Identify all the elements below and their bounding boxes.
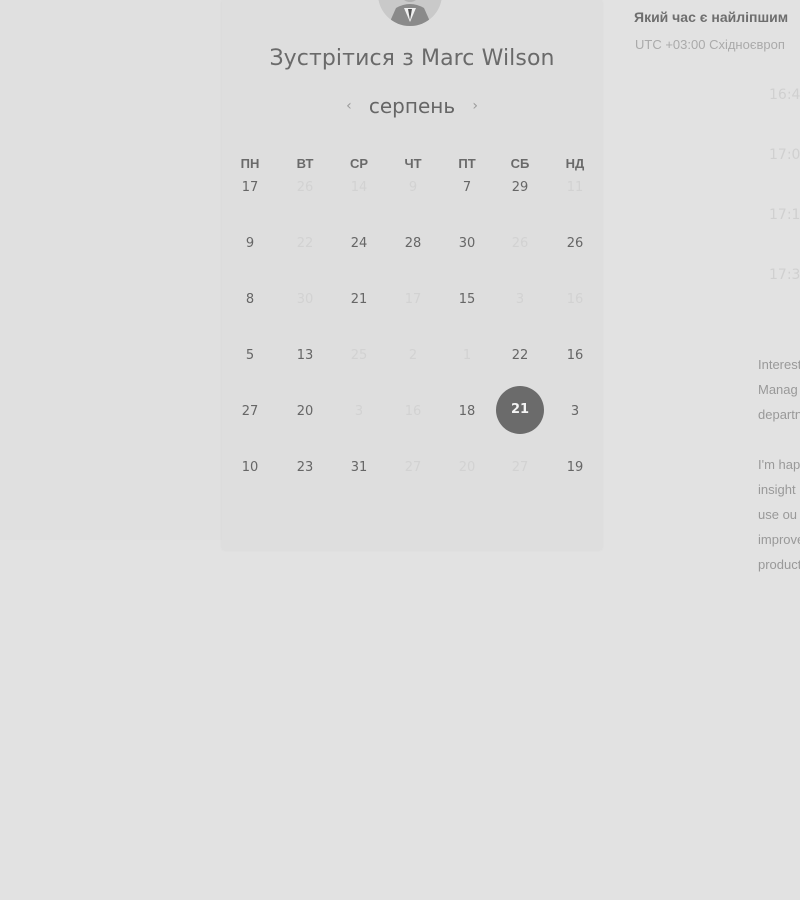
day-available[interactable]: 3 xyxy=(555,402,595,422)
day-available[interactable]: 15 xyxy=(447,290,487,310)
day-available[interactable]: 16 xyxy=(555,346,595,366)
day-available[interactable]: 13 xyxy=(285,346,325,366)
host-name: Marc Wilson xyxy=(420,46,555,71)
day-available[interactable]: 9 xyxy=(230,234,270,254)
day-available[interactable]: 19 xyxy=(555,458,595,478)
weekday-label: НД xyxy=(565,156,585,171)
chevron-left-icon[interactable]: ‹ xyxy=(339,98,359,114)
description-line: Manag xyxy=(758,382,798,397)
day-available[interactable]: 23 xyxy=(285,458,325,478)
day-available[interactable]: 21 xyxy=(339,290,379,310)
time-slot-button[interactable]: 17:1 xyxy=(769,207,800,223)
day-available[interactable]: 30 xyxy=(447,234,487,254)
day-available[interactable]: 8 xyxy=(230,290,270,310)
day-unavailable: 20 xyxy=(458,460,476,475)
chevron-right-icon[interactable]: › xyxy=(465,98,485,114)
description-line: departn xyxy=(758,407,800,422)
day-available[interactable]: 27 xyxy=(230,402,270,422)
day-unavailable: 2 xyxy=(408,348,418,363)
day-unavailable: 16 xyxy=(566,292,584,307)
time-slot-button[interactable]: 17:0 xyxy=(769,147,800,163)
day-unavailable: 1 xyxy=(462,348,472,363)
day-unavailable: 16 xyxy=(404,404,422,419)
description-line: I'm hap xyxy=(758,457,800,472)
day-unavailable: 14 xyxy=(350,180,368,195)
description-line: product xyxy=(758,557,800,572)
day-available[interactable]: 29 xyxy=(500,178,540,198)
booking-page: Зустрітися з Marc Wilson ‹ серпень › ПН В… xyxy=(0,0,800,900)
weekday-label: ВТ xyxy=(296,156,314,171)
time-slot-button[interactable]: 17:3 xyxy=(769,267,800,283)
time-slot-button[interactable]: 16:4 xyxy=(769,87,800,103)
description-line: improve xyxy=(758,532,800,547)
day-unavailable: 3 xyxy=(515,292,525,307)
selected-day[interactable]: 21 xyxy=(496,386,544,434)
day-available[interactable]: 31 xyxy=(339,458,379,478)
day-unavailable: 17 xyxy=(404,292,422,307)
day-available[interactable]: 22 xyxy=(500,346,540,366)
day-unavailable: 3 xyxy=(354,404,364,419)
day-unavailable: 27 xyxy=(404,460,422,475)
month-navigation: ‹ серпень › xyxy=(222,94,602,118)
day-available[interactable]: 5 xyxy=(230,346,270,366)
weekday-label: ПН xyxy=(240,156,260,171)
day-available[interactable]: 7 xyxy=(447,178,487,198)
timezone-selector[interactable]: UTC +03:00 Східноєвроп xyxy=(635,37,785,52)
day-unavailable: 25 xyxy=(350,348,368,363)
day-available[interactable]: 24 xyxy=(339,234,379,254)
day-unavailable: 30 xyxy=(296,292,314,307)
day-unavailable: 22 xyxy=(296,236,314,251)
day-unavailable: 26 xyxy=(296,180,314,195)
day-unavailable: 27 xyxy=(511,460,529,475)
month-label: серпень xyxy=(368,94,456,118)
day-available[interactable]: 17 xyxy=(230,178,270,198)
day-available[interactable]: 10 xyxy=(230,458,270,478)
day-unavailable: 26 xyxy=(511,236,529,251)
weekday-label: СР xyxy=(349,156,369,171)
weekday-label: ПТ xyxy=(458,156,476,171)
description-line: use ou xyxy=(758,507,798,522)
title-prefix: Зустрітися з xyxy=(269,46,414,71)
weekday-label: СБ xyxy=(510,156,530,171)
day-unavailable: 9 xyxy=(408,180,418,195)
day-available[interactable]: 18 xyxy=(447,402,487,422)
day-available[interactable]: 26 xyxy=(555,234,595,254)
day-available[interactable]: 28 xyxy=(393,234,433,254)
description-line: insight xyxy=(758,482,796,497)
day-unavailable: 11 xyxy=(566,180,584,195)
weekday-label: ЧТ xyxy=(404,156,422,171)
page-title: Зустрітися з Marc Wilson xyxy=(222,46,602,71)
day-available[interactable]: 20 xyxy=(285,402,325,422)
left-panel xyxy=(0,0,222,540)
description-line: Interest xyxy=(758,357,800,372)
time-question: Який час є найліпшим xyxy=(634,9,789,25)
